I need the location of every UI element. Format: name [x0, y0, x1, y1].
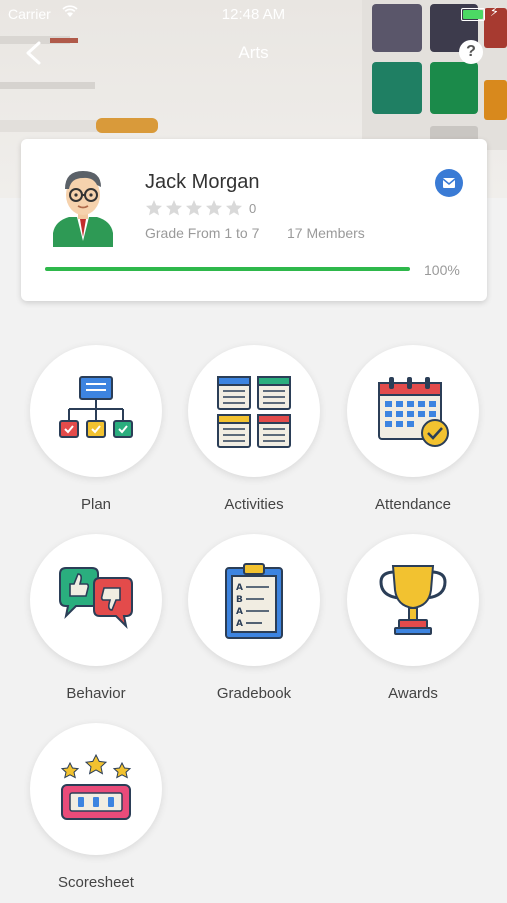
menu-item-label: Behavior — [66, 685, 126, 702]
teacher-name: Jack Morgan — [145, 171, 260, 193]
menu-item-activities[interactable]: Activities — [179, 345, 329, 525]
teacher-avatar — [49, 165, 117, 247]
menu-item-awards[interactable]: Awards — [338, 534, 488, 714]
svg-text:B: B — [236, 595, 243, 605]
status-bar: Carrier 12:48 AM ⚡ — [0, 0, 507, 28]
rating-stars — [145, 199, 243, 222]
menu-item-circle — [30, 345, 162, 477]
mail-icon[interactable] — [435, 169, 463, 197]
teacher-card: Jack Morgan 0 Grade From 1 to 7 17 Membe… — [21, 139, 487, 301]
gradebook-icon: ABAA — [225, 563, 283, 639]
page-title: Arts — [238, 43, 269, 62]
menu-item-label: Gradebook — [216, 685, 292, 702]
menu-item-circle — [30, 723, 162, 855]
progress-bar-fill — [45, 267, 410, 271]
awards-icon — [379, 565, 447, 635]
menu-item-label: Attendance — [375, 496, 451, 513]
menu-item-attendance[interactable]: Attendance — [338, 345, 488, 525]
activities-icon — [217, 376, 291, 448]
menu-item-circle — [347, 534, 479, 666]
menu-item-circle — [30, 534, 162, 666]
menu-item-plan[interactable]: Plan — [21, 345, 171, 525]
navigation-bar: Arts ? — [0, 28, 507, 78]
rating-count: 0 — [249, 201, 257, 216]
menu-item-label: Plan — [80, 496, 112, 513]
behavior-icon — [59, 567, 133, 630]
menu-item-circle: ABAA — [188, 534, 320, 666]
status-time: 12:48 AM — [221, 6, 286, 23]
menu-item-gradebook[interactable]: ABAA Gradebook — [179, 534, 329, 714]
progress-percent: 100% — [424, 262, 460, 278]
charging-icon: ⚡ — [489, 4, 499, 19]
attendance-icon — [378, 377, 449, 447]
menu-item-circle — [188, 345, 320, 477]
menu-item-behavior[interactable]: Behavior — [21, 534, 171, 714]
menu-item-circle — [347, 345, 479, 477]
menu-item-label: Scoresheet — [58, 874, 134, 891]
svg-text:A: A — [236, 619, 243, 629]
grade-range: Grade From 1 to 7 — [145, 225, 260, 241]
progress-bar — [45, 267, 410, 271]
help-icon[interactable]: ? — [459, 40, 483, 64]
members-count: 17 Members — [287, 225, 365, 241]
menu-item-scoresheet[interactable]: Scoresheet — [21, 723, 171, 903]
scoresheet-icon — [60, 753, 132, 820]
plan-icon — [59, 376, 133, 438]
svg-text:A: A — [236, 607, 243, 617]
menu-item-label: Awards — [388, 685, 438, 702]
battery-icon — [461, 8, 485, 21]
menu-item-label: Activities — [224, 496, 284, 513]
svg-text:A: A — [236, 583, 243, 593]
